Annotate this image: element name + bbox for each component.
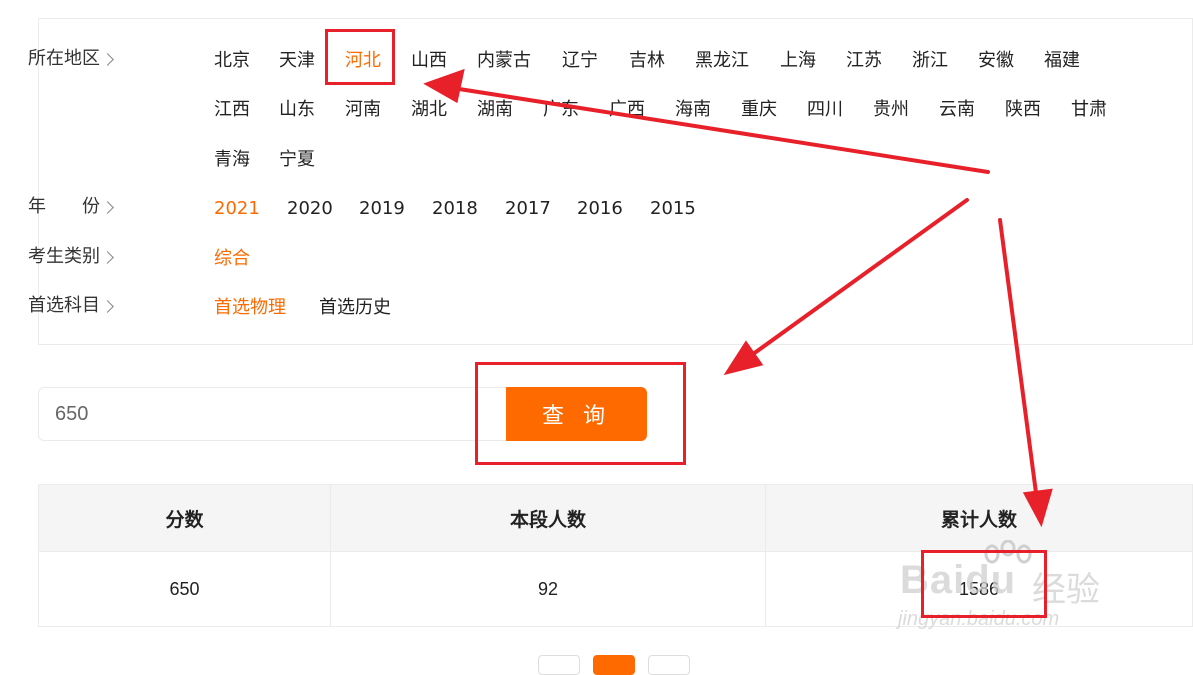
chevron-right-icon (101, 200, 114, 214)
region-option[interactable]: 上海 (780, 46, 816, 76)
region-option[interactable]: 四川 (807, 95, 843, 125)
region-label-text: 所在地区 (28, 48, 100, 69)
search-button[interactable]: 查 询 (506, 387, 647, 441)
table-cell-cumulative-count: 1586 (765, 551, 1193, 627)
category-label-text: 考生类别 (28, 246, 100, 267)
year-option[interactable]: 2018 (432, 194, 478, 224)
region-option[interactable]: 山东 (279, 95, 315, 125)
region-option[interactable]: 浙江 (912, 46, 948, 76)
table-cell-score: 650 (38, 551, 331, 627)
chevron-right-icon (101, 299, 114, 313)
table-header-row: 分数 本段人数 累计人数 (38, 484, 1193, 552)
region-option[interactable]: 重庆 (741, 95, 777, 125)
region-option[interactable]: 吉林 (629, 46, 665, 76)
column-header: 累计人数 (765, 484, 1193, 552)
region-option[interactable]: 云南 (939, 95, 975, 125)
arrow-head (723, 340, 764, 376)
region-option[interactable]: 辽宁 (562, 46, 598, 76)
region-label: 所在地区 (28, 44, 114, 74)
region-option[interactable]: 湖北 (411, 95, 447, 125)
category-label: 考生类别 (28, 242, 114, 272)
subject-label: 首选科目 (28, 291, 114, 321)
region-option[interactable]: 贵州 (873, 95, 909, 125)
column-header: 本段人数 (330, 484, 766, 552)
subject-label-text: 首选科目 (28, 295, 100, 316)
region-option[interactable]: 福建 (1044, 46, 1080, 76)
subject-option-selected[interactable]: 首选物理 (214, 293, 286, 323)
region-option[interactable]: 内蒙古 (477, 46, 531, 76)
region-option[interactable]: 江西 (214, 95, 250, 125)
year-option[interactable]: 2020 (287, 194, 333, 224)
region-option[interactable]: 甘肃 (1071, 95, 1107, 125)
category-option-selected[interactable]: 综合 (214, 244, 250, 274)
year-label-text: 年 份 (28, 196, 100, 217)
region-option[interactable]: 海南 (675, 95, 711, 125)
region-option[interactable]: 广东 (543, 95, 579, 125)
column-header: 分数 (38, 484, 331, 552)
table-cell-segment-count: 92 (330, 551, 766, 627)
year-option[interactable]: 2019 (359, 194, 405, 224)
table-row: 650 92 1586 (38, 551, 1193, 627)
score-input[interactable] (38, 387, 508, 441)
year-label: 年 份 (28, 192, 114, 222)
region-option[interactable]: 宁夏 (279, 145, 315, 175)
region-option[interactable]: 青海 (214, 145, 250, 175)
result-table: 分数 本段人数 累计人数 650 92 1586 (38, 484, 1193, 627)
region-option[interactable]: 北京 (214, 46, 250, 76)
page-current-button[interactable] (593, 655, 635, 675)
chevron-right-icon (101, 52, 114, 66)
region-option[interactable]: 湖南 (477, 95, 513, 125)
year-option-selected[interactable]: 2021 (214, 194, 260, 224)
region-option[interactable]: 广西 (609, 95, 645, 125)
region-option[interactable]: 山西 (411, 46, 447, 76)
region-option[interactable]: 天津 (279, 46, 315, 76)
region-option[interactable]: 安徽 (978, 46, 1014, 76)
region-option[interactable]: 江苏 (846, 46, 882, 76)
year-option[interactable]: 2017 (505, 194, 551, 224)
page-next-button[interactable] (648, 655, 690, 675)
filter-panel (38, 18, 1193, 345)
year-option[interactable]: 2015 (650, 194, 696, 224)
region-option-selected[interactable]: 河北 (345, 46, 381, 76)
region-option[interactable]: 黑龙江 (695, 46, 749, 76)
subject-option[interactable]: 首选历史 (319, 293, 391, 323)
chevron-right-icon (101, 250, 114, 264)
region-option[interactable]: 河南 (345, 95, 381, 125)
year-option[interactable]: 2016 (577, 194, 623, 224)
page-prev-button[interactable] (538, 655, 580, 675)
region-option[interactable]: 陕西 (1005, 95, 1041, 125)
